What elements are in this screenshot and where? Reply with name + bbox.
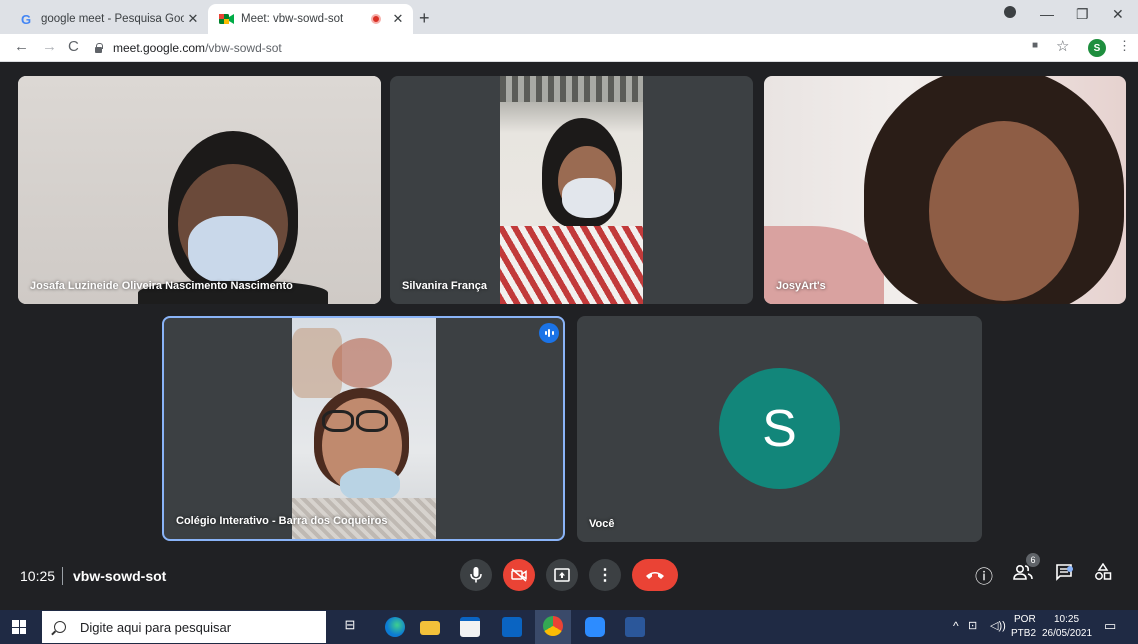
url-host: meet.google.com — [113, 41, 206, 55]
taskbar-search-box[interactable]: Digite aqui para pesquisar — [42, 611, 326, 643]
mail-icon[interactable] — [502, 617, 522, 637]
edge-icon[interactable] — [385, 617, 405, 637]
present-icon — [554, 568, 570, 582]
participant-name: Você — [589, 518, 615, 530]
address-bar[interactable]: meet.google.com/vbw-sowd-sot — [94, 36, 1014, 60]
tab-google-search[interactable]: G google meet - Pesquisa Google ✕ — [8, 4, 208, 34]
keyboard-layout[interactable]: PTB2 — [1011, 628, 1036, 639]
volume-icon[interactable]: ◁)) — [990, 619, 1006, 632]
meeting-code: vbw-sowd-sot — [73, 568, 167, 584]
browser-toolbar: ← → C meet.google.com/vbw-sowd-sot ■ ☆ ⋮ — [0, 34, 1138, 62]
camera-in-use-icon[interactable]: ■ — [1032, 40, 1038, 51]
microphone-button[interactable] — [460, 559, 492, 591]
participant-tile[interactable]: JosyArt's — [764, 76, 1126, 304]
meeting-details-icon[interactable]: ⓘ — [975, 563, 993, 589]
participant-tile[interactable]: Josafa Luzineide Oliveira Nascimento Nas… — [18, 76, 381, 304]
more-options-button[interactable]: ⋮ — [589, 559, 621, 591]
present-screen-button[interactable] — [546, 559, 578, 591]
close-window-button[interactable]: ✕ — [1112, 6, 1124, 23]
lock-icon — [94, 43, 103, 53]
participant-tile[interactable]: Colégio Interativo - Barra dos Coqueiros — [162, 316, 565, 541]
close-tab-icon[interactable]: ✕ — [389, 11, 407, 27]
tab-title: Meet: vbw-sowd-sot — [241, 13, 344, 25]
hang-up-icon — [646, 572, 664, 579]
participant-name: Josafa Luzineide Oliveira Nascimento Nas… — [30, 280, 293, 292]
bookmark-star-icon[interactable]: ☆ — [1056, 37, 1069, 55]
participant-video — [500, 76, 643, 304]
participant-video — [292, 318, 436, 539]
windows-start-icon[interactable] — [12, 620, 26, 634]
self-avatar: S — [719, 368, 840, 489]
meet-icon — [218, 11, 234, 27]
camera-off-button[interactable] — [503, 559, 535, 591]
speaking-indicator-icon — [539, 323, 559, 343]
reload-icon[interactable]: C — [68, 38, 79, 55]
meeting-time: 10:25 — [20, 568, 56, 584]
network-icon[interactable]: ⊡ — [968, 619, 977, 632]
taskbar-date[interactable]: 26/05/2021 — [1042, 628, 1092, 639]
profile-avatar[interactable]: S — [1088, 39, 1106, 57]
tab-title: google meet - Pesquisa Google — [41, 13, 184, 25]
task-view-icon[interactable]: ⊟ — [340, 617, 360, 637]
new-tab-button[interactable]: + — [419, 8, 430, 29]
tab-meet[interactable]: Meet: vbw-sowd-sot ✕ — [208, 4, 413, 34]
zoom-app-icon[interactable] — [585, 617, 605, 637]
activities-icon[interactable] — [1094, 562, 1112, 586]
participant-video — [18, 76, 381, 304]
chrome-logo — [543, 616, 563, 636]
participant-name: Colégio Interativo - Barra dos Coqueiros — [176, 515, 388, 527]
participant-video — [764, 76, 1126, 304]
recording-icon — [371, 14, 381, 24]
google-icon: G — [20, 11, 32, 27]
back-arrow-icon[interactable]: ← — [14, 38, 29, 55]
language-indicator[interactable]: POR — [1014, 614, 1036, 625]
windows-taskbar: Digite aqui para pesquisar ⊟ ^ ⊡ ◁)) POR… — [0, 610, 1138, 644]
menu-dots-icon[interactable]: ⋮ — [1118, 38, 1131, 54]
microphone-icon — [470, 567, 482, 583]
meeting-controls-bar: 10:25 vbw-sowd-sot ⋮ ⓘ — [0, 556, 1138, 608]
restore-button[interactable]: ❐ — [1076, 6, 1089, 23]
media-control-icon[interactable] — [1003, 5, 1017, 22]
store-icon[interactable] — [460, 617, 480, 637]
chat-notification-dot — [1067, 566, 1073, 572]
participant-tile[interactable]: Silvanira França — [390, 76, 753, 304]
leave-call-button[interactable] — [632, 559, 678, 591]
minimize-button[interactable]: — — [1040, 6, 1054, 22]
divider — [62, 567, 63, 585]
taskbar-time[interactable]: 10:25 — [1054, 614, 1079, 625]
tray-overflow-icon[interactable]: ^ — [953, 619, 959, 633]
url-path: /vbw-sowd-sot — [205, 41, 282, 55]
forward-arrow-icon[interactable]: → — [42, 38, 57, 55]
search-placeholder: Digite aqui para pesquisar — [80, 619, 232, 635]
tab-strip: G google meet - Pesquisa Google ✕ Meet: … — [0, 0, 1138, 34]
search-icon — [54, 621, 66, 633]
people-count-badge: 6 — [1026, 553, 1040, 567]
file-explorer-icon[interactable] — [420, 621, 440, 635]
close-tab-icon[interactable]: ✕ — [184, 11, 202, 27]
notification-center-icon[interactable]: ▭ — [1104, 618, 1116, 634]
camera-off-icon — [511, 568, 527, 582]
word-icon[interactable] — [625, 617, 645, 637]
participant-name: JosyArt's — [776, 280, 826, 292]
participant-name: Silvanira França — [402, 280, 487, 292]
